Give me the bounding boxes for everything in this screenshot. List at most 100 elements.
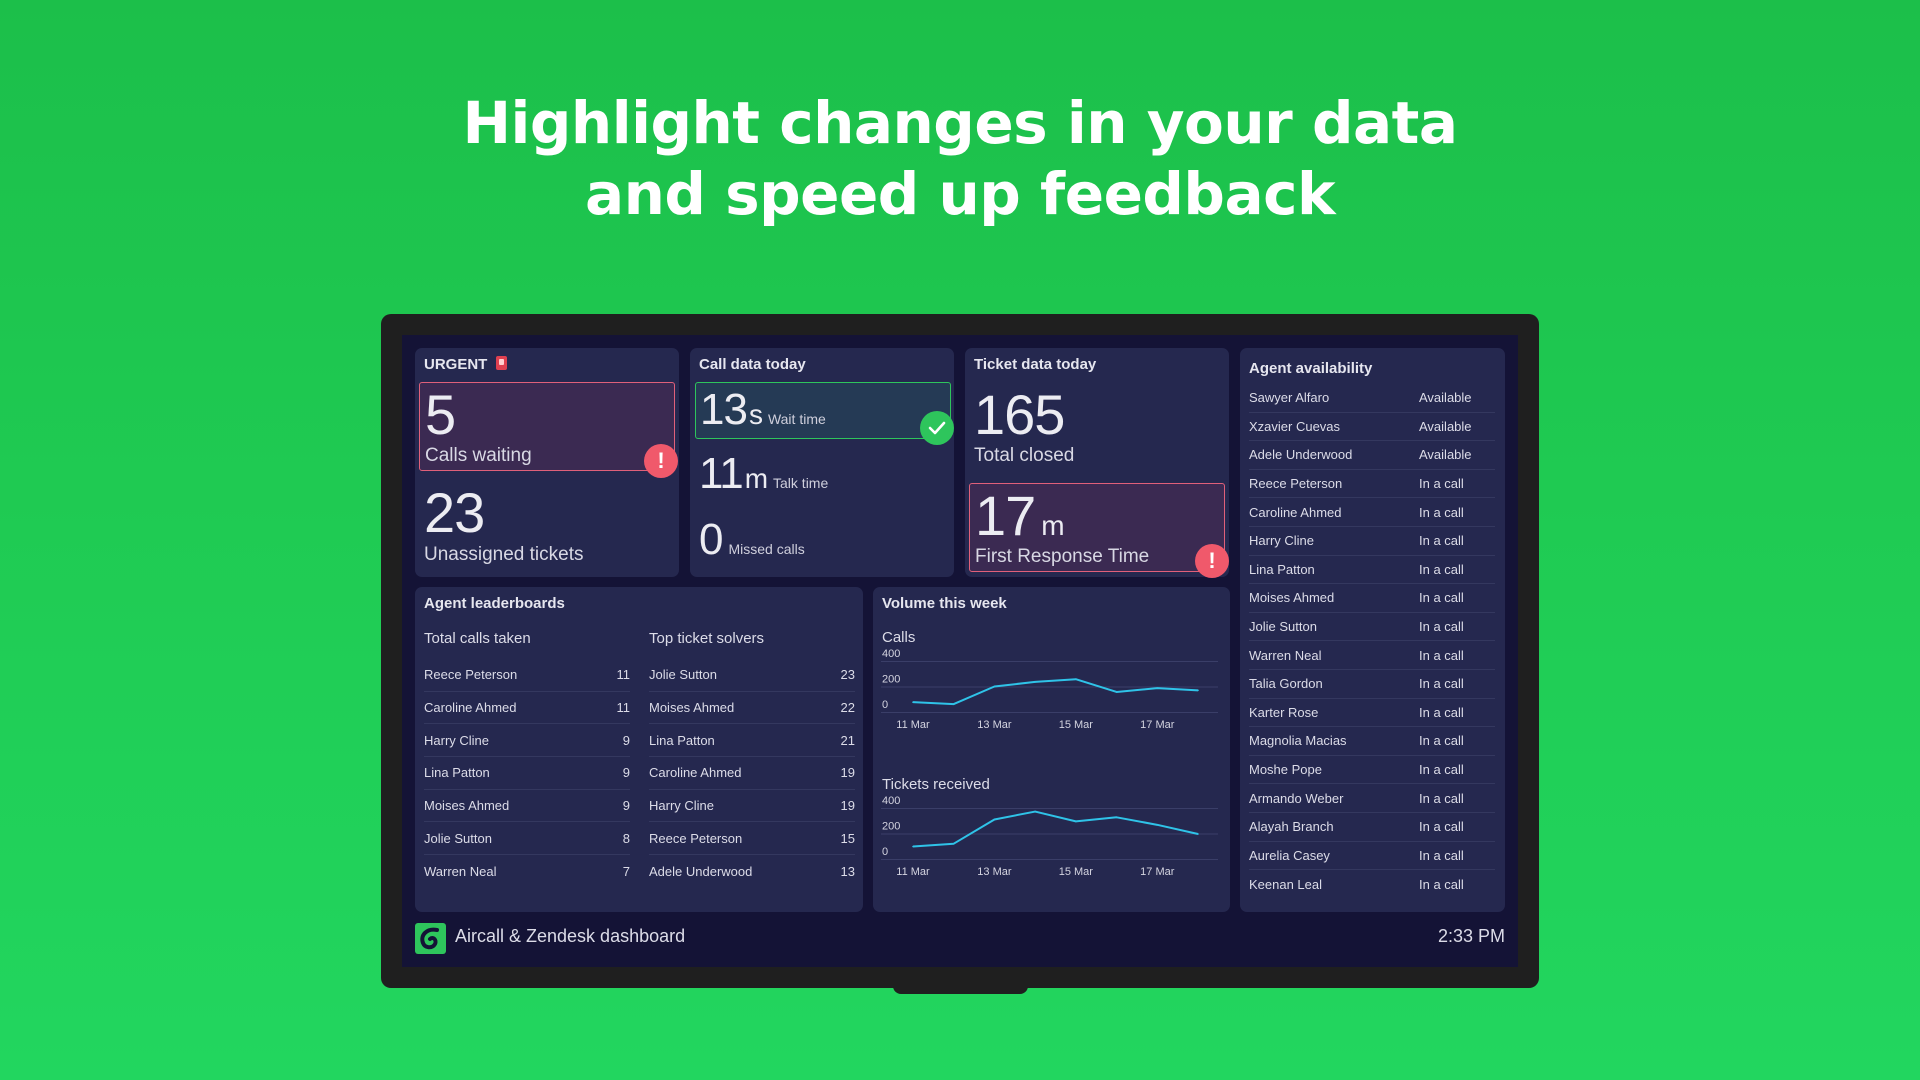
leaderboard-value: 13	[840, 863, 855, 879]
data-point	[1075, 820, 1077, 823]
tickets-chart-title: Tickets received	[882, 776, 990, 793]
data-point	[993, 818, 996, 821]
unassigned-tickets-value: 23	[424, 481, 485, 544]
data-point	[1034, 810, 1036, 813]
agent-status: In a call	[1419, 590, 1464, 606]
clock: 2:33 PM	[1437, 926, 1505, 946]
leaderboard-agent-name: Moises Ahmed	[424, 798, 510, 814]
dashboard-title: Aircall & Zendesk dashboard	[455, 926, 686, 946]
volume-title: Volume this week	[882, 595, 1007, 612]
agent-availability-row: Xzavier Cuevas Available	[1249, 413, 1495, 442]
agent-availability-row: Harry Cline In a call	[1249, 527, 1495, 556]
agent-availability-row: Keenan Leal In a call	[1249, 870, 1495, 899]
wait-time-metric: 13s Wait time	[700, 388, 826, 441]
agent-status: Available	[1419, 390, 1472, 406]
total-closed-value: 165	[974, 383, 1065, 446]
wait-time-label: Wait time	[767, 411, 826, 427]
leaderboard-row: Lina Patton 21	[649, 724, 855, 758]
y-tick-label: 0	[882, 846, 888, 858]
talk-time-metric: 11m Talk time	[699, 452, 828, 505]
first-response-value: 17	[975, 484, 1036, 547]
agent-availability-list: Sawyer Alfaro Available Xzavier Cuevas Avai…	[1249, 384, 1495, 899]
leaderboard-row: Reece Peterson 15	[649, 822, 855, 856]
leaderboard-agent-name: Caroline Ahmed	[649, 765, 742, 781]
agent-name: Caroline Ahmed	[1249, 504, 1342, 520]
wait-time-value: 13	[700, 385, 748, 434]
leaderboard-value: 23	[840, 667, 855, 683]
leaderboard-agent-name: Moises Ahmed	[649, 700, 735, 716]
top-ticket-solvers-heading: Top ticket solvers	[649, 630, 765, 647]
data-point	[1156, 687, 1159, 689]
talk-time-label: Talk time	[773, 475, 829, 491]
data-point	[912, 701, 914, 703]
leaderboard-row: Caroline Ahmed 11	[424, 692, 630, 725]
leaderboard-row: Harry Cline 9	[424, 724, 630, 758]
agent-name: Adele Underwood	[1249, 447, 1353, 463]
tickets-chart: 0 200 400 11 Mar 13 Mar 15 Mar 17 Mar	[881, 796, 1218, 878]
agent-availability-row: Caroline Ahmed In a call	[1249, 498, 1495, 527]
y-tick-label: 200	[882, 821, 900, 833]
agent-name: Magnolia Macias	[1249, 733, 1347, 749]
call-data-title: Call data today	[699, 356, 806, 373]
top-ticket-solvers-list: Jolie Sutton 23 Moises Ahmed 22 Lina Patton 2…	[649, 659, 855, 888]
ticket-data-panel: Ticket data today 165 Total closed 17 m F…	[965, 348, 1229, 578]
agent-name: Aurelia Casey	[1249, 847, 1330, 863]
monitor-stand	[893, 980, 1028, 994]
calls-chart: 0 200 400 11 Mar 13 Mar 15 Mar 17 Mar	[881, 649, 1218, 731]
missed-calls-value: 0	[699, 515, 724, 564]
x-tick-label: 13 Mar	[977, 719, 1012, 731]
x-tick-label: 11 Mar	[896, 866, 930, 878]
leaderboard-row: Caroline Ahmed 19	[649, 757, 855, 790]
agent-name: Alayah Branch	[1249, 819, 1334, 835]
leaderboard-value: 8	[622, 830, 630, 846]
leaderboards-title: Agent leaderboards	[424, 595, 565, 612]
leaderboard-agent-name: Lina Patton	[424, 765, 490, 781]
leaderboard-value: 22	[840, 700, 855, 716]
leaderboard-agent-name: Lina Patton	[649, 732, 715, 748]
police-siren-icon	[495, 356, 507, 370]
agent-availability-row: Moises Ahmed In a call	[1249, 584, 1495, 613]
leaderboard-agent-name: Adele Underwood	[649, 863, 753, 879]
agent-status: In a call	[1419, 504, 1464, 520]
leaderboard-value: 9	[622, 765, 630, 781]
first-response-highlight: 17 m First Response Time	[969, 483, 1225, 572]
agent-availability-row: Karter Rose In a call	[1249, 699, 1495, 728]
agent-name: Karter Rose	[1249, 704, 1319, 720]
data-point	[1115, 691, 1118, 693]
wait-time-unit: s	[748, 399, 763, 430]
leaderboard-value: 9	[622, 732, 630, 748]
agent-status: In a call	[1419, 704, 1464, 720]
calls-waiting-label: Calls waiting	[425, 445, 532, 466]
series-line	[912, 678, 1199, 706]
agent-name: Harry Cline	[1249, 533, 1315, 549]
agent-name: Xzavier Cuevas	[1249, 418, 1341, 434]
leaderboard-value: 9	[622, 798, 630, 814]
total-calls-leaderboard: Total calls taken Reece Peterson 11 Caroli…	[424, 629, 630, 888]
agent-name: Moshe Pope	[1249, 762, 1322, 778]
x-tick-label: 15 Mar	[1059, 866, 1094, 878]
agent-status: In a call	[1419, 762, 1464, 778]
leaderboard-value: 21	[840, 732, 855, 748]
first-response-unit: m	[1041, 510, 1064, 541]
leaderboard-row: Lina Patton 9	[424, 757, 630, 790]
y-tick-label: 400	[882, 649, 900, 660]
call-data-panel: Call data today 13s Wait time 11m Talk tim…	[690, 348, 954, 577]
agent-availability-row: Alayah Branch In a call	[1249, 813, 1495, 842]
x-tick-label: 17 Mar	[1140, 719, 1175, 731]
leaderboard-agent-name: Caroline Ahmed	[424, 700, 517, 716]
x-tick-label: 11 Mar	[896, 719, 930, 731]
agent-availability-row: Talia Gordon In a call	[1249, 670, 1495, 699]
data-point	[1197, 833, 1199, 835]
top-ticket-solvers-leaderboard: Top ticket solvers Jolie Sutton 23 Moises …	[649, 629, 855, 888]
data-point	[912, 845, 914, 848]
x-tick-label: 13 Mar	[977, 866, 1012, 878]
leaderboard-value: 11	[616, 700, 631, 716]
leaderboard-agent-name: Warren Neal	[424, 863, 497, 879]
aircall-logo-icon	[415, 923, 446, 954]
agent-availability-row: Aurelia Casey In a call	[1249, 842, 1495, 871]
leaderboard-agent-name: Jolie Sutton	[649, 667, 717, 683]
calls-waiting-highlight: 5 Calls waiting	[419, 382, 675, 471]
agent-name: Lina Patton	[1249, 561, 1315, 577]
agent-name: Keenan Leal	[1249, 876, 1323, 892]
headline: Highlight changes in your data and speed…	[0, 88, 1920, 230]
